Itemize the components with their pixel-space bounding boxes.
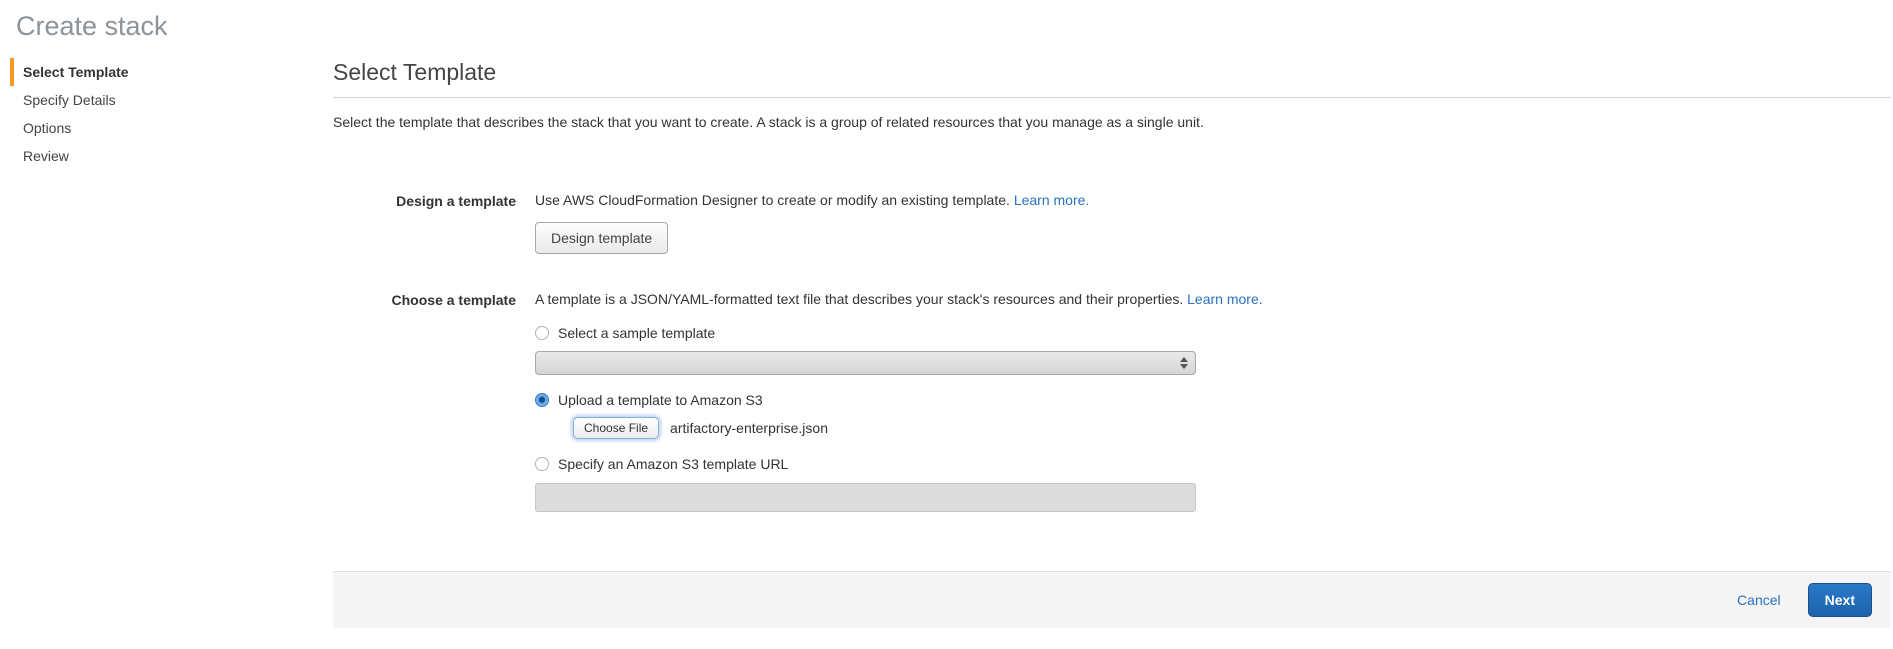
design-template-label: Design a template [333,192,516,254]
page-title: Create stack [0,0,1893,42]
upload-template-radio-label[interactable]: Upload a template to Amazon S3 [558,392,763,408]
sample-template-radio-label[interactable]: Select a sample template [558,325,715,341]
design-template-content: Use AWS CloudFormation Designer to creat… [535,192,1891,254]
sample-template-option: Select a sample template [535,325,1891,341]
s3-url-input[interactable] [535,483,1196,512]
choose-template-label: Choose a template [333,291,516,512]
upload-template-radio[interactable] [535,393,549,407]
choose-template-content: A template is a JSON/YAML-formatted text… [535,291,1891,512]
choose-template-row: Choose a template A template is a JSON/Y… [333,291,1891,512]
design-template-row: Design a template Use AWS CloudFormation… [333,192,1891,254]
s3-url-radio[interactable] [535,457,549,471]
design-template-button[interactable]: Design template [535,222,668,254]
wizard-steps-sidebar: Select Template Specify Details Options … [0,52,333,628]
choose-file-button[interactable]: Choose File [573,417,659,439]
sample-template-select[interactable] [535,351,1196,375]
sample-template-radio[interactable] [535,326,549,340]
s3-url-option: Specify an Amazon S3 template URL [535,456,1891,472]
design-template-description: Use AWS CloudFormation Designer to creat… [535,192,1010,208]
file-upload-row: Choose File artifactory-enterprise.json [573,417,1891,439]
design-learn-more-link[interactable]: Learn more. [1014,192,1089,208]
sidebar-item-select-template[interactable]: Select Template [10,58,333,86]
heading-divider [333,97,1891,98]
uploaded-filename: artifactory-enterprise.json [670,420,828,436]
choose-template-description: A template is a JSON/YAML-formatted text… [535,291,1183,307]
footer-action-bar: Cancel Next [333,571,1891,628]
choose-learn-more-link[interactable]: Learn more. [1187,291,1262,307]
s3-url-radio-label[interactable]: Specify an Amazon S3 template URL [558,456,788,472]
next-button[interactable]: Next [1808,583,1872,617]
wizard-layout: Select Template Specify Details Options … [0,52,1893,628]
main-content: Select Template Select the template that… [333,52,1893,628]
upload-template-option: Upload a template to Amazon S3 [535,392,1891,408]
section-description: Select the template that describes the s… [333,113,1891,131]
cancel-link[interactable]: Cancel [1737,592,1781,608]
sidebar-item-review[interactable]: Review [10,142,333,170]
select-stepper-icon [1180,357,1188,369]
sidebar-item-options[interactable]: Options [10,114,333,142]
section-heading: Select Template [333,58,1891,86]
sidebar-item-specify-details[interactable]: Specify Details [10,86,333,114]
